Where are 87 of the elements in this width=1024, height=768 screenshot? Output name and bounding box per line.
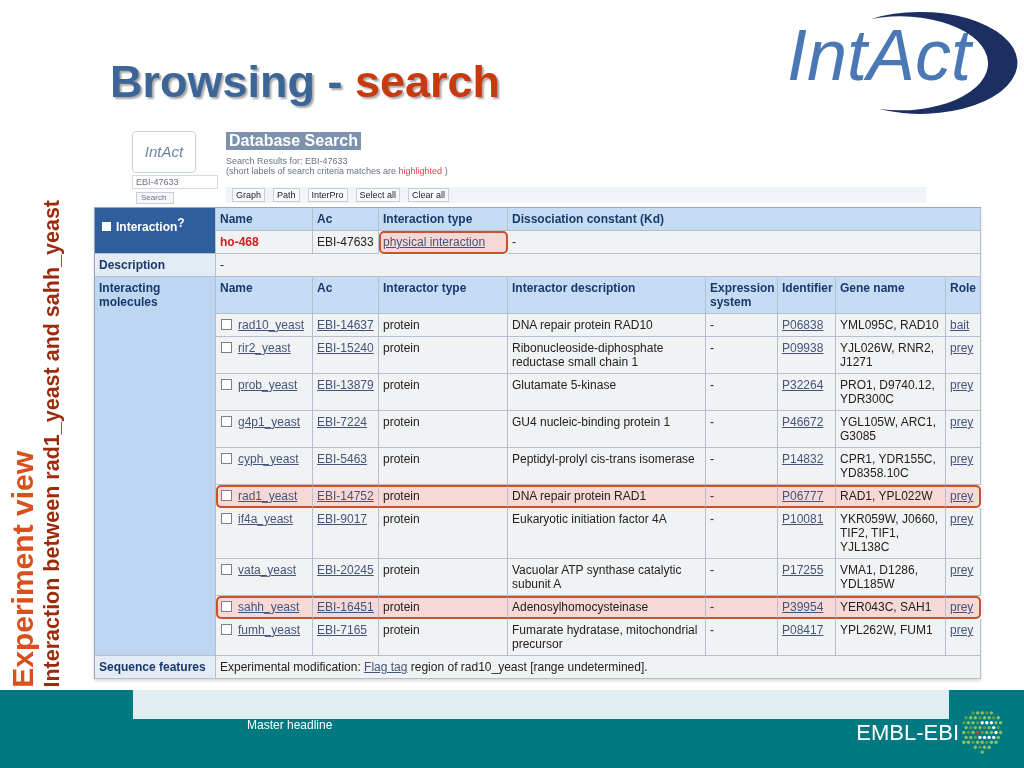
- column-header-link[interactable]: Role: [950, 281, 976, 295]
- participant-link[interactable]: prey: [950, 623, 974, 637]
- table-cell: VMA1, D1286, YDL185W: [836, 559, 946, 596]
- participant-link[interactable]: prey: [950, 512, 974, 526]
- interaction-type-link[interactable]: physical interaction: [383, 235, 486, 249]
- accession-link[interactable]: EBI-13879: [317, 378, 374, 392]
- table-cell: -: [706, 448, 778, 485]
- help-link[interactable]: ?: [177, 215, 185, 230]
- faded-logo: IntAct: [132, 131, 196, 173]
- interaction-name: ho-468: [220, 235, 259, 249]
- checkbox[interactable]: [221, 342, 232, 353]
- accession-link[interactable]: EBI-20245: [317, 563, 374, 577]
- section-title: Interaction: [116, 220, 178, 234]
- toolbar-button[interactable]: Select all: [355, 188, 401, 202]
- checkbox[interactable]: [221, 379, 232, 390]
- table-cell: Adenosylhomocysteinase: [508, 596, 706, 619]
- page-heading: Database Search: [226, 132, 361, 150]
- identifier-link[interactable]: P09938: [782, 341, 824, 355]
- column-header-link[interactable]: Name: [220, 212, 253, 226]
- accession-link[interactable]: EBI-5463: [317, 452, 368, 466]
- molecule-link[interactable]: vata_yeast: [238, 563, 297, 577]
- toolbar-button[interactable]: Graph: [232, 188, 265, 202]
- participant-link[interactable]: prey: [950, 452, 974, 466]
- feature-text: Experimental modification: Flag tag region of rad10_yeast [range undetermined].: [216, 656, 981, 679]
- table-cell: Peptidyl-prolyl cis-trans isomerase: [508, 448, 706, 485]
- identifier-link[interactable]: P08417: [782, 623, 824, 637]
- checkbox[interactable]: [221, 564, 232, 575]
- molecule-link[interactable]: rir2_yeast: [238, 341, 291, 355]
- participant-link[interactable]: prey: [950, 378, 974, 392]
- column-header-link[interactable]: Dissociation constant (Kd): [512, 212, 664, 226]
- participant-link[interactable]: prey: [950, 415, 974, 429]
- molecule-link[interactable]: prob_yeast: [238, 378, 298, 392]
- search-button[interactable]: Search: [136, 192, 174, 204]
- footer-headline: Master headline: [247, 719, 333, 732]
- toolbar-button[interactable]: Clear all: [408, 188, 450, 202]
- square-bullet-icon: [102, 222, 111, 231]
- checkbox[interactable]: [221, 319, 232, 330]
- column-header-link[interactable]: Interaction type: [383, 212, 473, 226]
- identifier-link[interactable]: P46672: [782, 415, 824, 429]
- checkbox[interactable]: [221, 416, 232, 427]
- brand-text: EMBL-EBI: [856, 721, 959, 745]
- slide-subheading: Interaction between rad1_yeast and sahh_yeast: [41, 200, 64, 688]
- column-header-link[interactable]: Ac: [317, 281, 333, 295]
- checkbox[interactable]: [221, 513, 232, 524]
- identifier-link[interactable]: P14832: [782, 452, 824, 466]
- table-cell: -: [706, 559, 778, 596]
- table-cell: protein: [379, 559, 508, 596]
- table-cell: CPR1, YDR155C, YD8358.10C: [836, 448, 946, 485]
- checkbox[interactable]: [221, 490, 232, 501]
- checkbox[interactable]: [221, 624, 232, 635]
- slide-heading: Experiment view: [8, 451, 37, 688]
- search-field[interactable]: EBI-47633: [132, 175, 218, 189]
- molecule-link[interactable]: rad10_yeast: [238, 318, 305, 332]
- note-text: (short labels of search criteria matches are highlighted ): [226, 166, 449, 176]
- participant-link[interactable]: bait: [950, 318, 970, 332]
- checkbox[interactable]: [221, 601, 232, 612]
- identifier-link[interactable]: P10081: [782, 512, 824, 526]
- table-cell: -: [216, 254, 981, 277]
- results-text: Search Results for: EBI-47633: [226, 156, 349, 166]
- accession-link[interactable]: EBI-9017: [317, 512, 368, 526]
- row-label: Interacting molecules: [95, 277, 216, 656]
- logo-text: IntAct: [787, 19, 972, 91]
- table-cell: Vacuolar ATP synthase catalytic subunit A: [508, 559, 706, 596]
- participant-link[interactable]: prey: [950, 341, 974, 355]
- accession-link[interactable]: EBI-15240: [317, 341, 374, 355]
- column-header-link[interactable]: Name: [220, 281, 253, 295]
- identifier-link[interactable]: P17255: [782, 563, 824, 577]
- table-cell: DNA repair protein RAD1: [508, 485, 706, 508]
- participant-link[interactable]: prey: [950, 563, 974, 577]
- column-header-link[interactable]: Ac: [317, 212, 333, 226]
- accession-link[interactable]: EBI-7165: [317, 623, 368, 637]
- row-label-link[interactable]: Sequence features: [99, 660, 206, 674]
- row-label-link[interactable]: Description: [99, 258, 165, 272]
- identifier-link[interactable]: P06838: [782, 318, 824, 332]
- toolbar-button[interactable]: Path: [273, 188, 300, 202]
- feature-link[interactable]: Flag tag: [364, 660, 408, 674]
- checkbox[interactable]: [221, 453, 232, 464]
- accession-link[interactable]: EBI-14637: [317, 318, 374, 332]
- molecule-link[interactable]: if4a_yeast: [238, 512, 293, 526]
- identifier-link[interactable]: P32264: [782, 378, 824, 392]
- molecule-link[interactable]: cyph_yeast: [238, 452, 299, 466]
- accession-link[interactable]: EBI-7224: [317, 415, 368, 429]
- toolbar-button[interactable]: InterPro: [307, 188, 348, 202]
- molecule-link[interactable]: g4p1_yeast: [238, 415, 301, 429]
- slide-title: Browsing - search: [110, 56, 501, 108]
- molecule-link[interactable]: fumh_yeast: [238, 623, 301, 637]
- table-cell: protein: [379, 448, 508, 485]
